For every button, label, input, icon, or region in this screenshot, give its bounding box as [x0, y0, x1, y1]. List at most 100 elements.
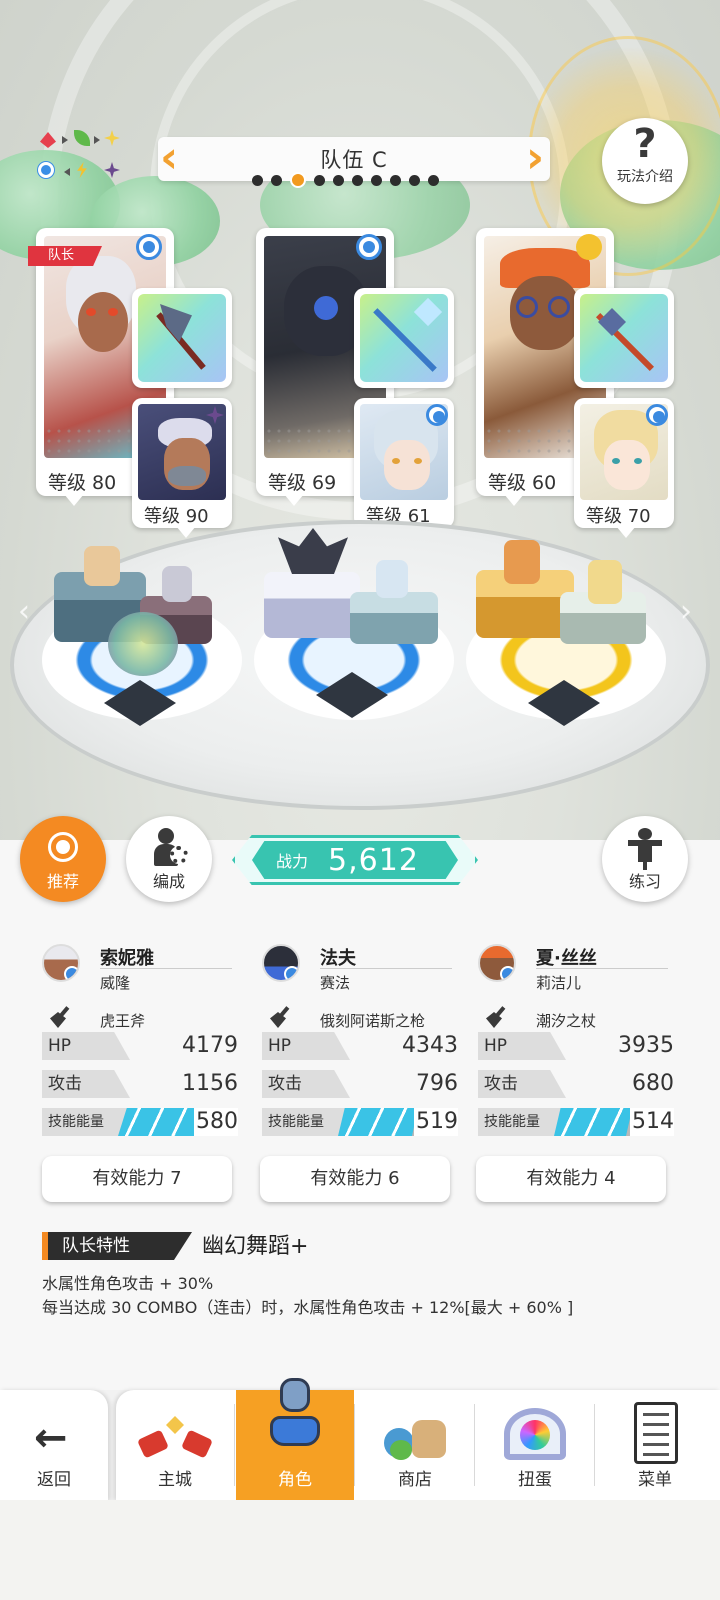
tab-label: 角色	[278, 1470, 312, 1490]
tab-menu[interactable]: 菜单	[596, 1390, 714, 1500]
team-page-dot[interactable]	[428, 174, 439, 186]
platform-left-arrow[interactable]: ‹	[18, 594, 30, 629]
formation-gear-icon	[152, 828, 188, 868]
weapon-category-icon	[268, 1006, 292, 1030]
practice-button[interactable]: 练习	[602, 816, 688, 902]
hp-label: HP	[478, 1032, 566, 1060]
water-attribute-icon	[356, 234, 382, 260]
weapon-slot-3[interactable]	[574, 288, 674, 388]
divider	[100, 968, 232, 969]
dark-element-icon	[104, 162, 120, 178]
recommend-button[interactable]: 推荐	[20, 816, 106, 902]
attack-stat: 攻击 680	[478, 1070, 674, 1098]
effective-ability-button-3[interactable]: 有效能力 4	[476, 1156, 666, 1202]
character-level: 等级 69	[268, 472, 337, 494]
pixel-block	[264, 572, 360, 638]
tab-shop[interactable]: 商店	[356, 1390, 474, 1500]
weapon-category-icon	[484, 1006, 508, 1030]
skill-energy-value: 580	[194, 1108, 238, 1136]
water-attribute-icon	[136, 234, 162, 260]
water-element-icon	[38, 162, 54, 178]
support-portrait-1	[138, 404, 226, 500]
next-team-button[interactable]: ›	[526, 134, 544, 182]
leader-trait-line-1: 水属性角色攻击 + 30%	[42, 1274, 214, 1293]
power-value: 5,612	[328, 842, 419, 878]
attack-stat: 攻击 796	[262, 1070, 458, 1098]
tab-label: 主城	[158, 1470, 192, 1490]
attack-stat: 攻击 1156	[42, 1070, 238, 1098]
sprite-veron	[162, 566, 192, 602]
team-page-dot[interactable]	[271, 174, 282, 186]
sprite-saifa	[376, 560, 408, 598]
prev-team-button[interactable]: ‹	[160, 134, 178, 182]
skill-energy-bar	[554, 1108, 636, 1136]
tab-label: 菜单	[638, 1470, 672, 1490]
character-level: 等级 80	[48, 472, 117, 494]
team-page-dot[interactable]	[290, 172, 306, 188]
tab-label: 商店	[398, 1470, 432, 1490]
member-weapon-name: 潮汐之杖	[536, 1012, 597, 1030]
team-page-dot[interactable]	[409, 174, 420, 186]
platform-right-arrow[interactable]: ›	[680, 594, 692, 629]
hp-stat: HP 4179	[42, 1032, 238, 1060]
member-weapon-name: 俄刻阿诺斯之枪	[320, 1012, 426, 1030]
leader-trait-description: 水属性角色攻击 + 30% 每当达成 30 COMBO（连击）时，水属性角色攻击…	[42, 1272, 573, 1320]
question-icon: ?	[633, 121, 657, 167]
skill-energy-bar	[338, 1108, 422, 1136]
skill-energy-stat: 技能能量 580	[42, 1108, 238, 1136]
member-support-name: 赛法	[320, 974, 351, 992]
help-button[interactable]: ? 玩法介绍	[602, 118, 688, 204]
member-support-name: 莉洁儿	[536, 974, 582, 992]
hp-label: HP	[42, 1032, 130, 1060]
weapon-slot-2[interactable]	[354, 288, 454, 388]
team-page-dot[interactable]	[390, 174, 401, 186]
back-arrow-icon: ←	[34, 1415, 68, 1461]
pixel-block	[350, 592, 438, 644]
attack-label: 攻击	[478, 1070, 566, 1098]
support-card-1[interactable]: 等级 90	[132, 398, 232, 528]
thunder-element-icon	[77, 162, 87, 178]
leader-trait-name: 幽幻舞蹈+	[202, 1234, 309, 1259]
member-avatar	[42, 944, 80, 982]
skill-energy-stat: 技能能量 514	[478, 1108, 674, 1136]
gacha-icon	[496, 1404, 574, 1464]
divider	[536, 968, 668, 969]
recommend-label: 推荐	[46, 872, 79, 891]
team-page-dot[interactable]	[371, 174, 382, 186]
hp-value: 4179	[182, 1033, 238, 1058]
water-attribute-icon	[284, 966, 298, 980]
back-label: 返回	[37, 1470, 71, 1490]
sprite-xiasisi	[504, 540, 540, 584]
sprite-sonia	[84, 546, 120, 586]
main-city-icon	[136, 1414, 214, 1460]
light-element-icon	[104, 130, 120, 146]
element-wheel-icon[interactable]	[36, 128, 126, 188]
team-page-dot[interactable]	[252, 174, 263, 186]
weapon-slot-1[interactable]	[132, 288, 232, 388]
support-card-3[interactable]: 等级 70	[574, 398, 674, 528]
member-support-name: 威隆	[100, 974, 131, 992]
team-page-dot[interactable]	[352, 174, 363, 186]
support-card-2[interactable]: 等级 61	[354, 398, 454, 528]
system-gesture-area	[0, 1500, 720, 1600]
nav-tabs: 主城 角色 商店 扭蛋 菜单	[116, 1378, 720, 1500]
back-button[interactable]: ← 返回	[0, 1390, 108, 1500]
tab-characters[interactable]: 角色	[236, 1378, 354, 1500]
team-page-dot[interactable]	[314, 174, 325, 186]
team-page-dot[interactable]	[333, 174, 344, 186]
water-attribute-icon	[426, 404, 448, 426]
formation-button[interactable]: 编成	[126, 816, 212, 902]
leader-trait-label: 队长特性	[42, 1232, 192, 1260]
member-name: 夏·丝丝	[536, 948, 597, 969]
tab-gacha[interactable]: 扭蛋	[476, 1390, 594, 1500]
effective-ability-button-1[interactable]: 有效能力 7	[42, 1156, 232, 1202]
attack-value: 1156	[182, 1071, 238, 1096]
attack-label: 攻击	[42, 1070, 130, 1098]
help-label: 玩法介绍	[617, 169, 673, 185]
formation-label: 编成	[152, 872, 185, 891]
sprite-summon-effect	[108, 612, 178, 676]
skill-energy-stat: 技能能量 519	[262, 1108, 458, 1136]
effective-ability-button-2[interactable]: 有效能力 6	[260, 1156, 450, 1202]
team-title: 队伍 C	[320, 148, 388, 172]
tab-main-city[interactable]: 主城	[116, 1390, 234, 1500]
